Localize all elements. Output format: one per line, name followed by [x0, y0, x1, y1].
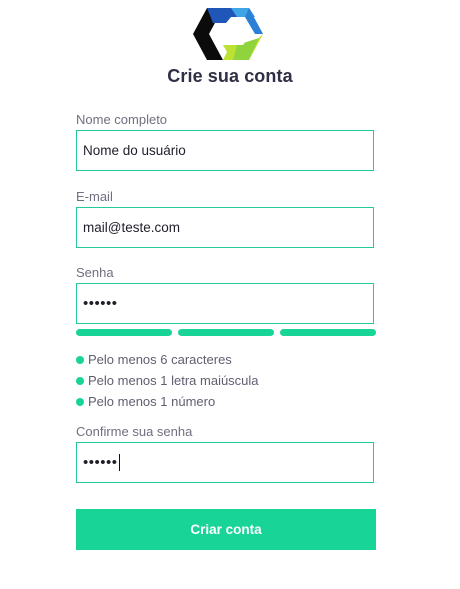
password-field[interactable]	[76, 283, 374, 324]
check-dot-icon	[76, 355, 84, 364]
password-rules: Pelo menos 6 caracteres Pelo menos 1 letr…	[76, 349, 259, 412]
name-field[interactable]	[76, 130, 374, 171]
check-dot-icon	[76, 397, 84, 406]
password-rule-text: Pelo menos 1 número	[88, 394, 216, 409]
password-label: Senha	[76, 265, 114, 280]
email-label: E-mail	[76, 189, 113, 204]
email-field[interactable]	[76, 207, 374, 248]
password-rule-item: Pelo menos 6 caracteres	[76, 349, 259, 370]
confirm-password-label: Confirme sua senha	[76, 424, 193, 439]
password-rule-item: Pelo menos 1 letra maiúscula	[76, 370, 259, 391]
brand-logo-icon	[193, 8, 263, 60]
confirm-password-field[interactable]	[76, 442, 374, 483]
password-strength-meter	[76, 329, 376, 337]
text-caret	[119, 454, 120, 471]
strength-segment	[280, 329, 376, 336]
check-dot-icon	[76, 376, 84, 385]
password-rule-text: Pelo menos 6 caracteres	[88, 352, 232, 367]
create-account-button[interactable]: Criar conta	[76, 509, 376, 550]
password-rule-text: Pelo menos 1 letra maiúscula	[88, 373, 259, 388]
strength-segment	[178, 329, 274, 336]
password-rule-item: Pelo menos 1 número	[76, 391, 259, 412]
strength-segment	[76, 329, 172, 336]
name-label: Nome completo	[76, 112, 168, 127]
page-title: Crie sua conta	[167, 66, 293, 86]
